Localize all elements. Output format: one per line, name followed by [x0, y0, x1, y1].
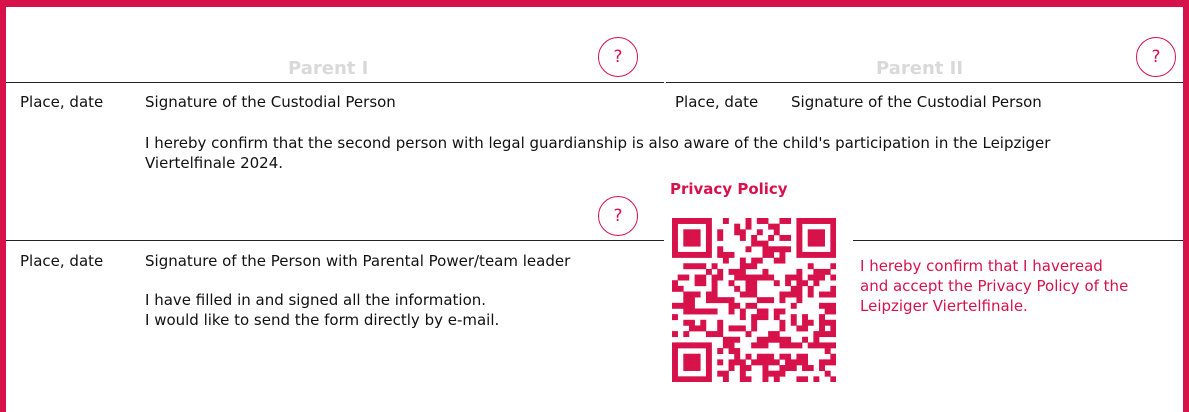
privacy-policy-title: Privacy Policy — [670, 180, 788, 198]
question-mark-icon: ? — [613, 47, 623, 67]
help-icon-parent-1[interactable]: ? — [598, 37, 638, 77]
qr-code-icon[interactable] — [672, 218, 836, 382]
place-date-label-team-leader: Place, date — [20, 252, 104, 270]
signature-label-parent-2: Signature of the Custodial Person — [791, 93, 1042, 111]
parent-2-label: Parent II — [876, 58, 964, 79]
signature-line-parent-2[interactable] — [666, 82, 1183, 83]
signature-line-team-leader[interactable] — [6, 240, 664, 241]
guardianship-line-1: I hereby confirm that the second person … — [145, 134, 1051, 152]
privacy-line-2: and accept the Privacy Policy of the — [860, 277, 1129, 295]
help-icon-parent-2[interactable]: ? — [1136, 37, 1176, 77]
send-email-note: I would like to send the form directly b… — [145, 311, 500, 329]
signature-label-parent-1: Signature of the Custodial Person — [145, 93, 396, 111]
place-date-label-parent-1: Place, date — [20, 93, 104, 111]
privacy-line-3: Leipziger Viertelfinale. — [860, 297, 1028, 315]
help-icon-team-leader[interactable]: ? — [598, 196, 638, 236]
form-frame — [0, 0, 1189, 412]
guardianship-line-2: Viertelfinale 2024. — [145, 154, 284, 172]
parent-1-label: Parent I — [288, 58, 369, 79]
signature-label-team-leader: Signature of the Person with Parental Po… — [145, 252, 571, 270]
privacy-line-1: I hereby confirm that I haveread — [860, 257, 1103, 275]
place-date-label-parent-2: Place, date — [675, 93, 759, 111]
question-mark-icon: ? — [613, 206, 623, 226]
privacy-acceptance-line[interactable] — [853, 240, 1183, 241]
submission-notes: I have filled in and signed all the info… — [145, 290, 645, 330]
privacy-acceptance-text: I hereby confirm that I haveread and acc… — [860, 256, 1180, 316]
filled-in-note: I have filled in and signed all the info… — [145, 291, 487, 309]
signature-line-parent-1[interactable] — [6, 82, 664, 83]
guardianship-confirmation: I hereby confirm that the second person … — [145, 133, 1175, 173]
question-mark-icon: ? — [1151, 47, 1161, 67]
